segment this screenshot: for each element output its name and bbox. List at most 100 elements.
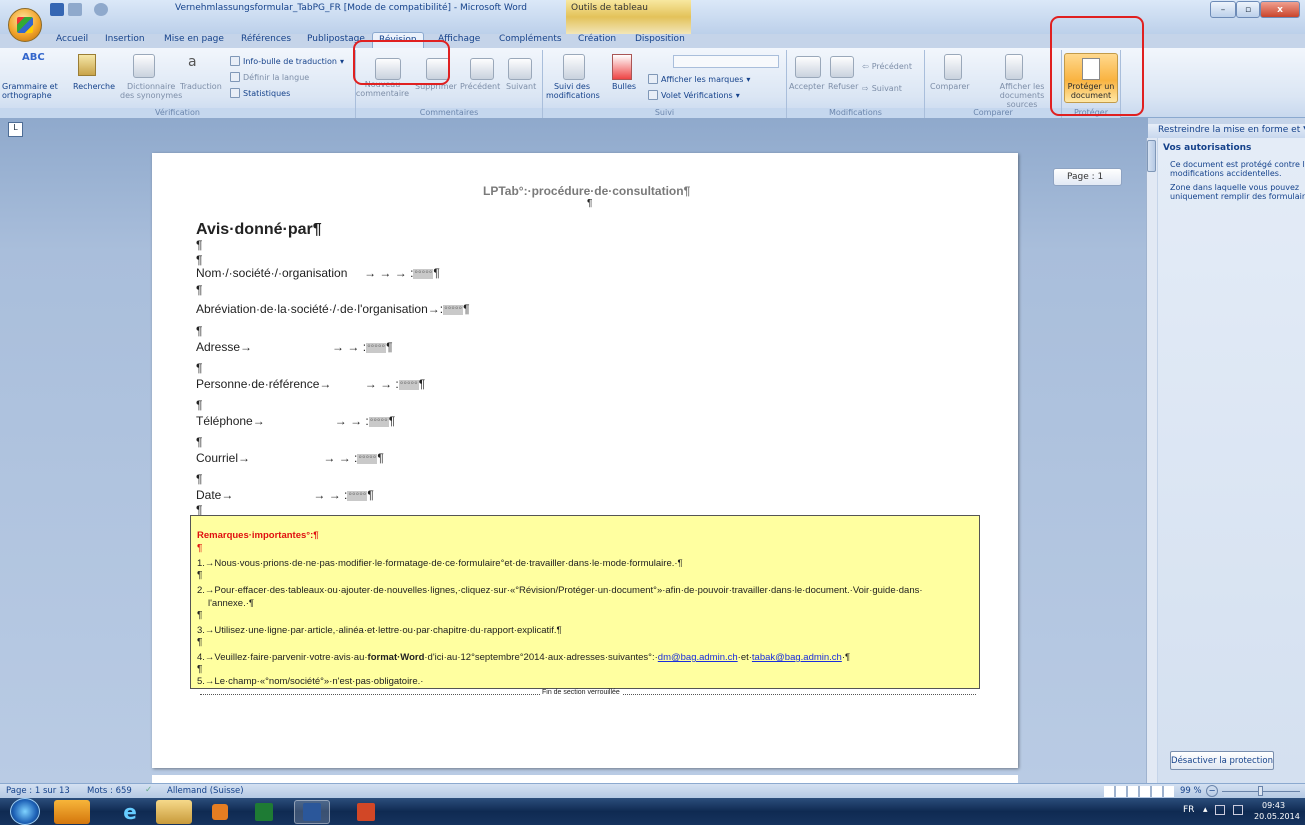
reject-icon (830, 56, 854, 78)
search-book-icon (78, 54, 96, 76)
set-language-button[interactable]: Définir la langue (230, 72, 309, 82)
translate-button[interactable]: Traduction (180, 82, 222, 91)
internet-explorer-icon[interactable]: e (112, 800, 148, 824)
tab-insertion[interactable]: Insertion (105, 34, 145, 48)
clock-date[interactable]: 20.05.2014 (1254, 812, 1300, 821)
compare-icon (944, 54, 962, 80)
status-bar: Page : 1 sur 13 Mots : 659 ✓ Allemand (S… (0, 783, 1305, 798)
form-field-date[interactable]: °°°°° (347, 490, 368, 501)
word-icon[interactable] (294, 800, 330, 824)
thesaurus-button[interactable]: Dictionnaire des synonymes (120, 82, 182, 100)
abc-check-icon: ABC (22, 52, 45, 63)
next-comment-button[interactable]: Suivant (506, 82, 536, 91)
form-field-phone[interactable]: °°°°° (368, 416, 389, 427)
pilcrow: ¶ (196, 324, 203, 338)
status-words[interactable]: Mots : 659 (87, 786, 132, 796)
clock-time[interactable]: 09:43 (1262, 801, 1285, 810)
next-change-button[interactable]: ⇨ Suivant (862, 84, 902, 93)
status-language[interactable]: Allemand (Suisse) (167, 786, 244, 796)
pilcrow: ¶ (197, 664, 203, 675)
form-field-abbrev[interactable]: °°°°° (443, 304, 464, 315)
translation-tooltip-button[interactable]: Info-bulle de traduction ▾ (230, 56, 344, 66)
file-explorer-icon[interactable] (156, 800, 192, 824)
tab-creation[interactable]: Création (578, 34, 616, 48)
pane-header[interactable]: Restreindre la mise en forme et ▼ (1148, 124, 1305, 138)
tab-complements[interactable]: Compléments (499, 34, 562, 48)
undo-icon[interactable] (68, 3, 82, 16)
reject-button[interactable]: Refuser (828, 82, 858, 91)
balloons-icon (612, 54, 632, 80)
pilcrow: ¶ (587, 198, 593, 209)
display-for-review-select[interactable] (673, 55, 779, 68)
field-tabs: → → → : (319, 377, 399, 391)
tab-accueil[interactable]: Accueil (56, 34, 88, 48)
field-tabs: → → → : (221, 488, 348, 502)
group-label-tracking: Suivi (543, 108, 786, 118)
email-link-dm[interactable]: dm@bag.admin.ch (658, 652, 738, 663)
pilcrow: ¶ (196, 361, 203, 375)
tray-expand-icon[interactable]: ▴ (1203, 805, 1208, 815)
prev-comment-button[interactable]: Précédent (460, 82, 500, 91)
ruler-toggle-button[interactable]: L (8, 122, 23, 137)
show-source-button[interactable]: Afficher les documents sources (985, 82, 1059, 109)
field-row-email: Courriel→ → → :°°°°°¶ (196, 451, 384, 465)
show-markup-button[interactable]: Afficher les marques ▾ (648, 74, 750, 84)
table-tools-context: Outils de tableau (566, 0, 691, 34)
track-changes-button[interactable]: Suivi des modifications (546, 82, 600, 100)
form-field-name[interactable]: °°°°° (413, 268, 434, 279)
maximize-button[interactable]: ▫ (1236, 1, 1260, 18)
compare-button[interactable]: Comparer (930, 82, 970, 91)
tab-disposition[interactable]: Disposition (635, 34, 685, 48)
field-row-date: Date→ → → :°°°°°¶ (196, 488, 374, 502)
media-player-icon[interactable] (202, 800, 238, 824)
search-button[interactable]: Recherche (73, 82, 115, 91)
start-button[interactable] (10, 798, 40, 825)
excel-icon[interactable] (246, 800, 282, 824)
balloons-button[interactable]: Bulles (612, 82, 636, 91)
remark-5: 5.→Le·champ·«°nom/société°»·n'est·pas·ob… (197, 676, 424, 687)
statistics-button[interactable]: Statistiques (230, 88, 290, 98)
tab-references[interactable]: Références (241, 34, 291, 48)
pilcrow: ¶ (197, 637, 203, 648)
save-icon[interactable] (50, 3, 64, 16)
field-label: Téléphone (196, 414, 253, 428)
zoom-slider-thumb[interactable] (1258, 786, 1263, 796)
close-button[interactable]: x (1260, 1, 1300, 18)
view-buttons[interactable] (1104, 786, 1174, 797)
office-button[interactable] (8, 8, 42, 42)
proofing-icon[interactable]: ✓ (145, 785, 152, 795)
accept-icon (795, 56, 821, 78)
previous-change-button[interactable]: ⇦ Précédent (862, 62, 912, 71)
accept-button[interactable]: Accepter (789, 82, 824, 91)
form-field-email[interactable]: °°°°° (357, 453, 378, 464)
reviewing-pane-button[interactable]: Volet Vérifications ▾ (648, 90, 740, 100)
volume-icon[interactable] (1233, 805, 1243, 815)
grammar-button[interactable]: Grammaire et orthographe (2, 82, 82, 100)
field-label: Date (196, 488, 222, 502)
prev-change-icon: ⇦ (862, 62, 869, 71)
pilcrow: ¶ (196, 283, 203, 297)
office-app-icon[interactable] (54, 800, 90, 824)
thesaurus-icon (133, 54, 155, 78)
status-page[interactable]: Page : 1 sur 13 (6, 786, 70, 796)
pane-text: Ce document est protégé contre les (1170, 160, 1305, 169)
powerpoint-icon[interactable] (348, 800, 384, 824)
field-label: Adresse (196, 340, 241, 354)
zoom-level[interactable]: 99 % (1180, 786, 1202, 796)
minimize-button[interactable]: – (1210, 1, 1236, 18)
vertical-scrollbar[interactable] (1146, 138, 1157, 783)
email-link-tabak[interactable]: tabak@bag.admin.ch (752, 652, 842, 663)
form-field-address[interactable]: °°°°° (366, 342, 387, 353)
field-tabs: → → → : (364, 266, 414, 280)
zoom-out-icon[interactable]: − (1206, 785, 1218, 797)
scrollbar-thumb[interactable] (1147, 140, 1156, 172)
form-field-contact[interactable]: °°°°° (398, 379, 419, 390)
network-icon[interactable] (1215, 805, 1225, 815)
stop-protection-button[interactable]: Désactiver la protection (1170, 751, 1274, 770)
field-tabs: → → → : (238, 451, 358, 465)
input-language[interactable]: FR (1183, 805, 1194, 815)
group-label-compare: Comparer (925, 108, 1061, 118)
next-change-icon: ⇨ (862, 84, 869, 93)
redo-icon[interactable] (94, 3, 108, 16)
tab-mise-en-page[interactable]: Mise en page (164, 34, 224, 48)
